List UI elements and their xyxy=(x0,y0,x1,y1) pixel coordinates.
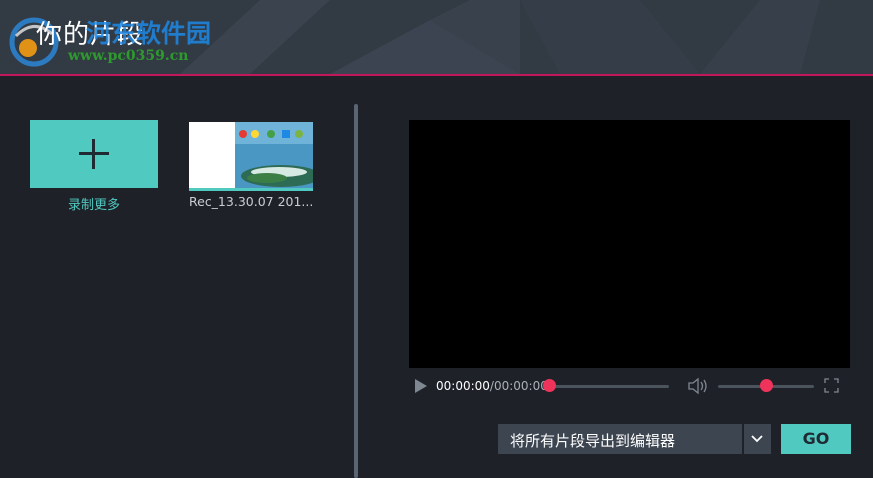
plus-icon xyxy=(79,139,109,169)
export-selected-option: 将所有片段导出到编辑器 xyxy=(510,432,676,450)
play-icon[interactable] xyxy=(414,379,428,393)
header-bar: 你的片段 河东软件园 www.pc0359.cn xyxy=(0,0,873,76)
record-more-label: 录制更多 xyxy=(67,198,120,213)
watermark-name: 河东软件园 xyxy=(86,19,212,48)
clip-filename: Rec_13.30.07 201... xyxy=(189,194,314,209)
current-time: 00:00:00 xyxy=(436,379,490,393)
video-preview[interactable] xyxy=(409,120,850,368)
watermark-url: www.pc0359.cn xyxy=(68,48,189,64)
volume-handle[interactable] xyxy=(759,379,773,392)
export-destination-select[interactable]: 将所有片段导出到编辑器 xyxy=(498,424,771,454)
volume-icon[interactable] xyxy=(688,377,710,395)
fullscreen-icon[interactable] xyxy=(824,378,839,393)
seek-handle[interactable] xyxy=(542,379,556,392)
timecode: 00:00:00/00:00:00 xyxy=(436,379,548,393)
clip-preview-image xyxy=(189,122,313,188)
select-separator xyxy=(742,424,744,454)
go-button[interactable]: GO xyxy=(781,424,851,454)
chevron-down-icon[interactable] xyxy=(750,433,764,445)
seek-bar[interactable] xyxy=(549,385,669,388)
record-more-button[interactable] xyxy=(30,120,158,188)
total-time: 00:00:00 xyxy=(493,379,548,393)
panel-divider[interactable] xyxy=(354,104,358,478)
clip-thumbnail[interactable] xyxy=(189,122,313,191)
